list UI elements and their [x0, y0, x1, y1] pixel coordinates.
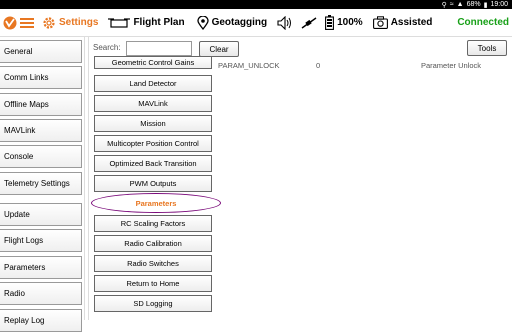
- group-return-to-home[interactable]: Return to Home: [94, 275, 212, 292]
- group-radio-switches[interactable]: Radio Switches: [94, 255, 212, 272]
- map-pin-icon: [196, 15, 209, 30]
- flight-plan-label: Flight Plan: [133, 17, 185, 28]
- sidebar-item-mavlink[interactable]: MAVLink: [0, 119, 82, 142]
- sidebar-item-comm-links[interactable]: Comm Links: [0, 66, 82, 89]
- app-menu-button[interactable]: [3, 16, 34, 30]
- group-mavlink[interactable]: MAVLink: [94, 95, 212, 112]
- hamburger-menu-icon: [20, 17, 34, 28]
- sidebar-item-update[interactable]: Update: [0, 203, 82, 226]
- group-geometric-control-gains[interactable]: Geometric Control Gains: [94, 56, 212, 69]
- group-mission[interactable]: Mission: [94, 115, 212, 132]
- sidebar-item-offline-maps[interactable]: Offline Maps: [0, 93, 82, 116]
- group-optimized-back-transition[interactable]: Optimized Back Transition: [94, 155, 212, 172]
- settings-label: Settings: [59, 17, 99, 28]
- rc-signal-indicator[interactable]: [277, 15, 293, 30]
- telemetry-indicator[interactable]: [301, 16, 317, 30]
- signal-icon: ▲: [456, 1, 464, 8]
- group-land-detector[interactable]: Land Detector: [94, 75, 212, 92]
- sidebar-item-console[interactable]: Console: [0, 145, 82, 168]
- group-pwm-outputs[interactable]: PWM Outputs: [94, 175, 212, 192]
- battery-icon: ▮: [483, 1, 488, 9]
- panel-divider: [88, 37, 89, 320]
- flight-plan-button[interactable]: Flight Plan: [108, 17, 185, 29]
- vibrate-icon: ≈: [449, 1, 454, 8]
- camera-icon: [372, 16, 388, 29]
- group-radio-calibration[interactable]: Radio Calibration: [94, 235, 212, 252]
- settings-button[interactable]: Settings: [42, 16, 98, 30]
- geotagging-label: Geotagging: [211, 17, 268, 28]
- search-input[interactable]: [126, 41, 192, 56]
- sidebar-item-telemetry-settings[interactable]: Telemetry Settings: [0, 172, 82, 195]
- param-value: 0: [316, 61, 321, 70]
- satellite-icon: [301, 16, 317, 29]
- speaker-signal-icon: [277, 15, 292, 30]
- group-sd-logging[interactable]: SD Logging: [94, 295, 212, 312]
- geotagging-button[interactable]: Geotagging: [196, 15, 268, 30]
- settings-sidebar: General Comm Links Offline Maps MAVLink …: [0, 37, 85, 332]
- group-rc-scaling-factors[interactable]: RC Scaling Factors: [94, 215, 212, 232]
- battery-percent: 68%: [466, 1, 481, 8]
- search-label: Search:: [93, 43, 121, 52]
- sidebar-item-parameters[interactable]: Parameters: [0, 256, 82, 279]
- status-bar-right: ⚲ ≈ ▲ 68% ▮ 19:00: [442, 0, 508, 9]
- battery-label: 100%: [337, 17, 363, 28]
- app-logo-icon: [3, 16, 17, 29]
- group-parameters-selected[interactable]: Parameters: [91, 193, 221, 213]
- clear-button[interactable]: Clear: [199, 41, 239, 57]
- sidebar-item-replay-log[interactable]: Replay Log: [0, 309, 82, 332]
- main-toolbar: Settings Flight Plan Geotagging 100% Ass…: [0, 9, 512, 37]
- group-multicopter-position-control[interactable]: Multicopter Position Control: [94, 135, 212, 152]
- flight-mode-label: Assisted: [390, 17, 433, 28]
- flight-mode-button[interactable]: Assisted: [372, 16, 433, 29]
- status-bar: ⚲ ≈ ▲ 68% ▮ 19:00: [0, 0, 512, 9]
- location-icon: ⚲: [441, 1, 447, 9]
- sidebar-item-general[interactable]: General: [0, 40, 82, 63]
- clock: 19:00: [490, 1, 508, 8]
- sidebar-item-radio[interactable]: Radio: [0, 282, 82, 305]
- vehicle-battery-icon: [325, 15, 335, 30]
- param-name: PARAM_UNLOCK: [218, 61, 280, 70]
- battery-indicator[interactable]: 100%: [325, 15, 363, 30]
- flight-plan-icon: [108, 17, 131, 28]
- param-description: Parameter Unlock: [420, 61, 481, 70]
- tools-button[interactable]: Tools: [467, 40, 507, 56]
- gear-icon: [43, 16, 55, 29]
- table-row[interactable]: PARAM_UNLOCK 0 Parameter Unlock: [218, 61, 486, 72]
- sidebar-item-flight-logs[interactable]: Flight Logs: [0, 229, 82, 252]
- connection-status: Connected: [457, 17, 509, 28]
